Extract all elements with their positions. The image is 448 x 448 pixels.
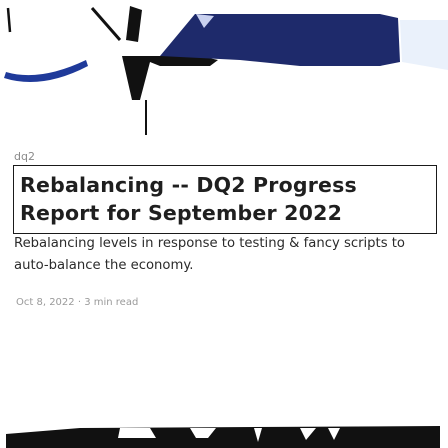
hero-illustration (0, 0, 448, 140)
hero-wash (400, 20, 448, 70)
next-post-illustration (0, 418, 448, 448)
post-date: Oct 8, 2022 (16, 297, 75, 308)
hero-stroke-3 (126, 6, 142, 42)
footer-gap-1 (118, 428, 156, 438)
read-time: 3 min read (84, 297, 139, 308)
meta-separator: · (77, 297, 82, 308)
post-description: Rebalancing levels in response to testin… (14, 236, 405, 273)
post-meta: Oct 8, 2022 · 3 min read (16, 297, 138, 308)
hero-blue-stroke (4, 60, 88, 82)
author-byline[interactable]: dq2 (14, 150, 35, 163)
post-title[interactable]: Rebalancing -- DQ2 Progress Report for S… (13, 165, 437, 234)
hero-figure (122, 56, 218, 100)
hero-stroke-2 (90, 7, 122, 41)
footer-band (6, 426, 440, 448)
hero-stroke-1 (6, 7, 12, 33)
